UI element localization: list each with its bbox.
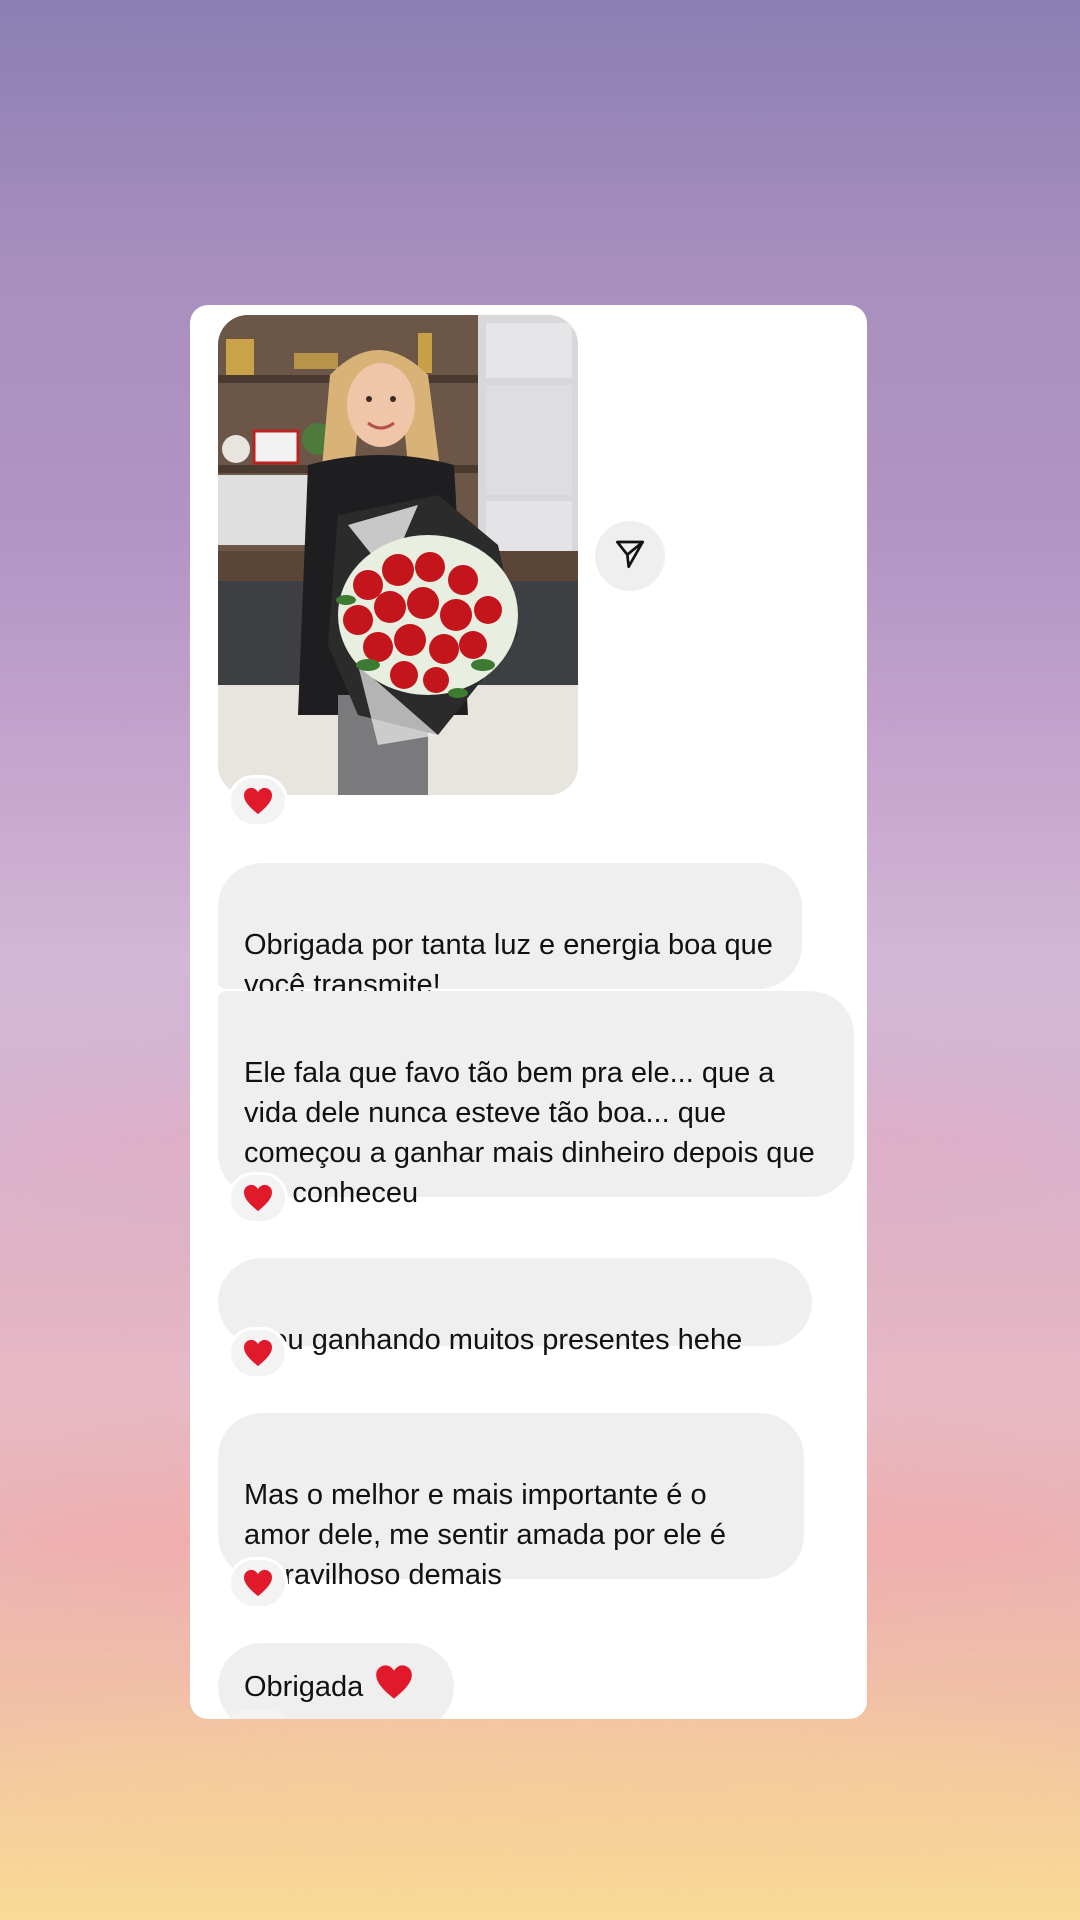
photo-reaction[interactable] [228, 775, 288, 827]
message-reaction[interactable] [228, 1172, 288, 1224]
heart-emoji-icon [375, 1664, 413, 1711]
heart-icon [243, 1184, 273, 1212]
message-bubble[interactable]: Obrigada por tanta luz e energia boa que… [218, 863, 802, 1001]
message-text: Ele fala que favo tão bem pra ele... que… [244, 1057, 815, 1209]
message-reaction-partial [228, 1710, 288, 1719]
message-bubble[interactable]: Mas o melhor e mais importante é o amor … [218, 1413, 804, 1591]
message-text: E eu ganhando muitos presentes hehe [244, 1324, 743, 1356]
message-text: Mas o melhor e mais importante é o amor … [244, 1479, 726, 1591]
message-bubble[interactable]: E eu ganhando muitos presentes hehe [218, 1258, 812, 1356]
heart-icon [243, 1569, 273, 1597]
heart-icon [243, 1339, 273, 1367]
message-reaction[interactable] [228, 1327, 288, 1379]
heart-icon [243, 787, 273, 815]
message-bubble[interactable]: Ele fala que favo tão bem pra ele... que… [218, 991, 854, 1209]
background-cloud [0, 1700, 1080, 1860]
share-button[interactable] [595, 521, 665, 591]
message-text: Obrigada [244, 1671, 364, 1703]
woman-with-roses-photo [218, 315, 578, 795]
dm-screenshot-card: Obrigada por tanta luz e energia boa que… [190, 305, 867, 1719]
photo-message[interactable] [218, 315, 578, 795]
send-icon [614, 538, 646, 575]
message-reaction[interactable] [228, 1557, 288, 1609]
message-bubble[interactable]: Obrigada [218, 1643, 454, 1719]
